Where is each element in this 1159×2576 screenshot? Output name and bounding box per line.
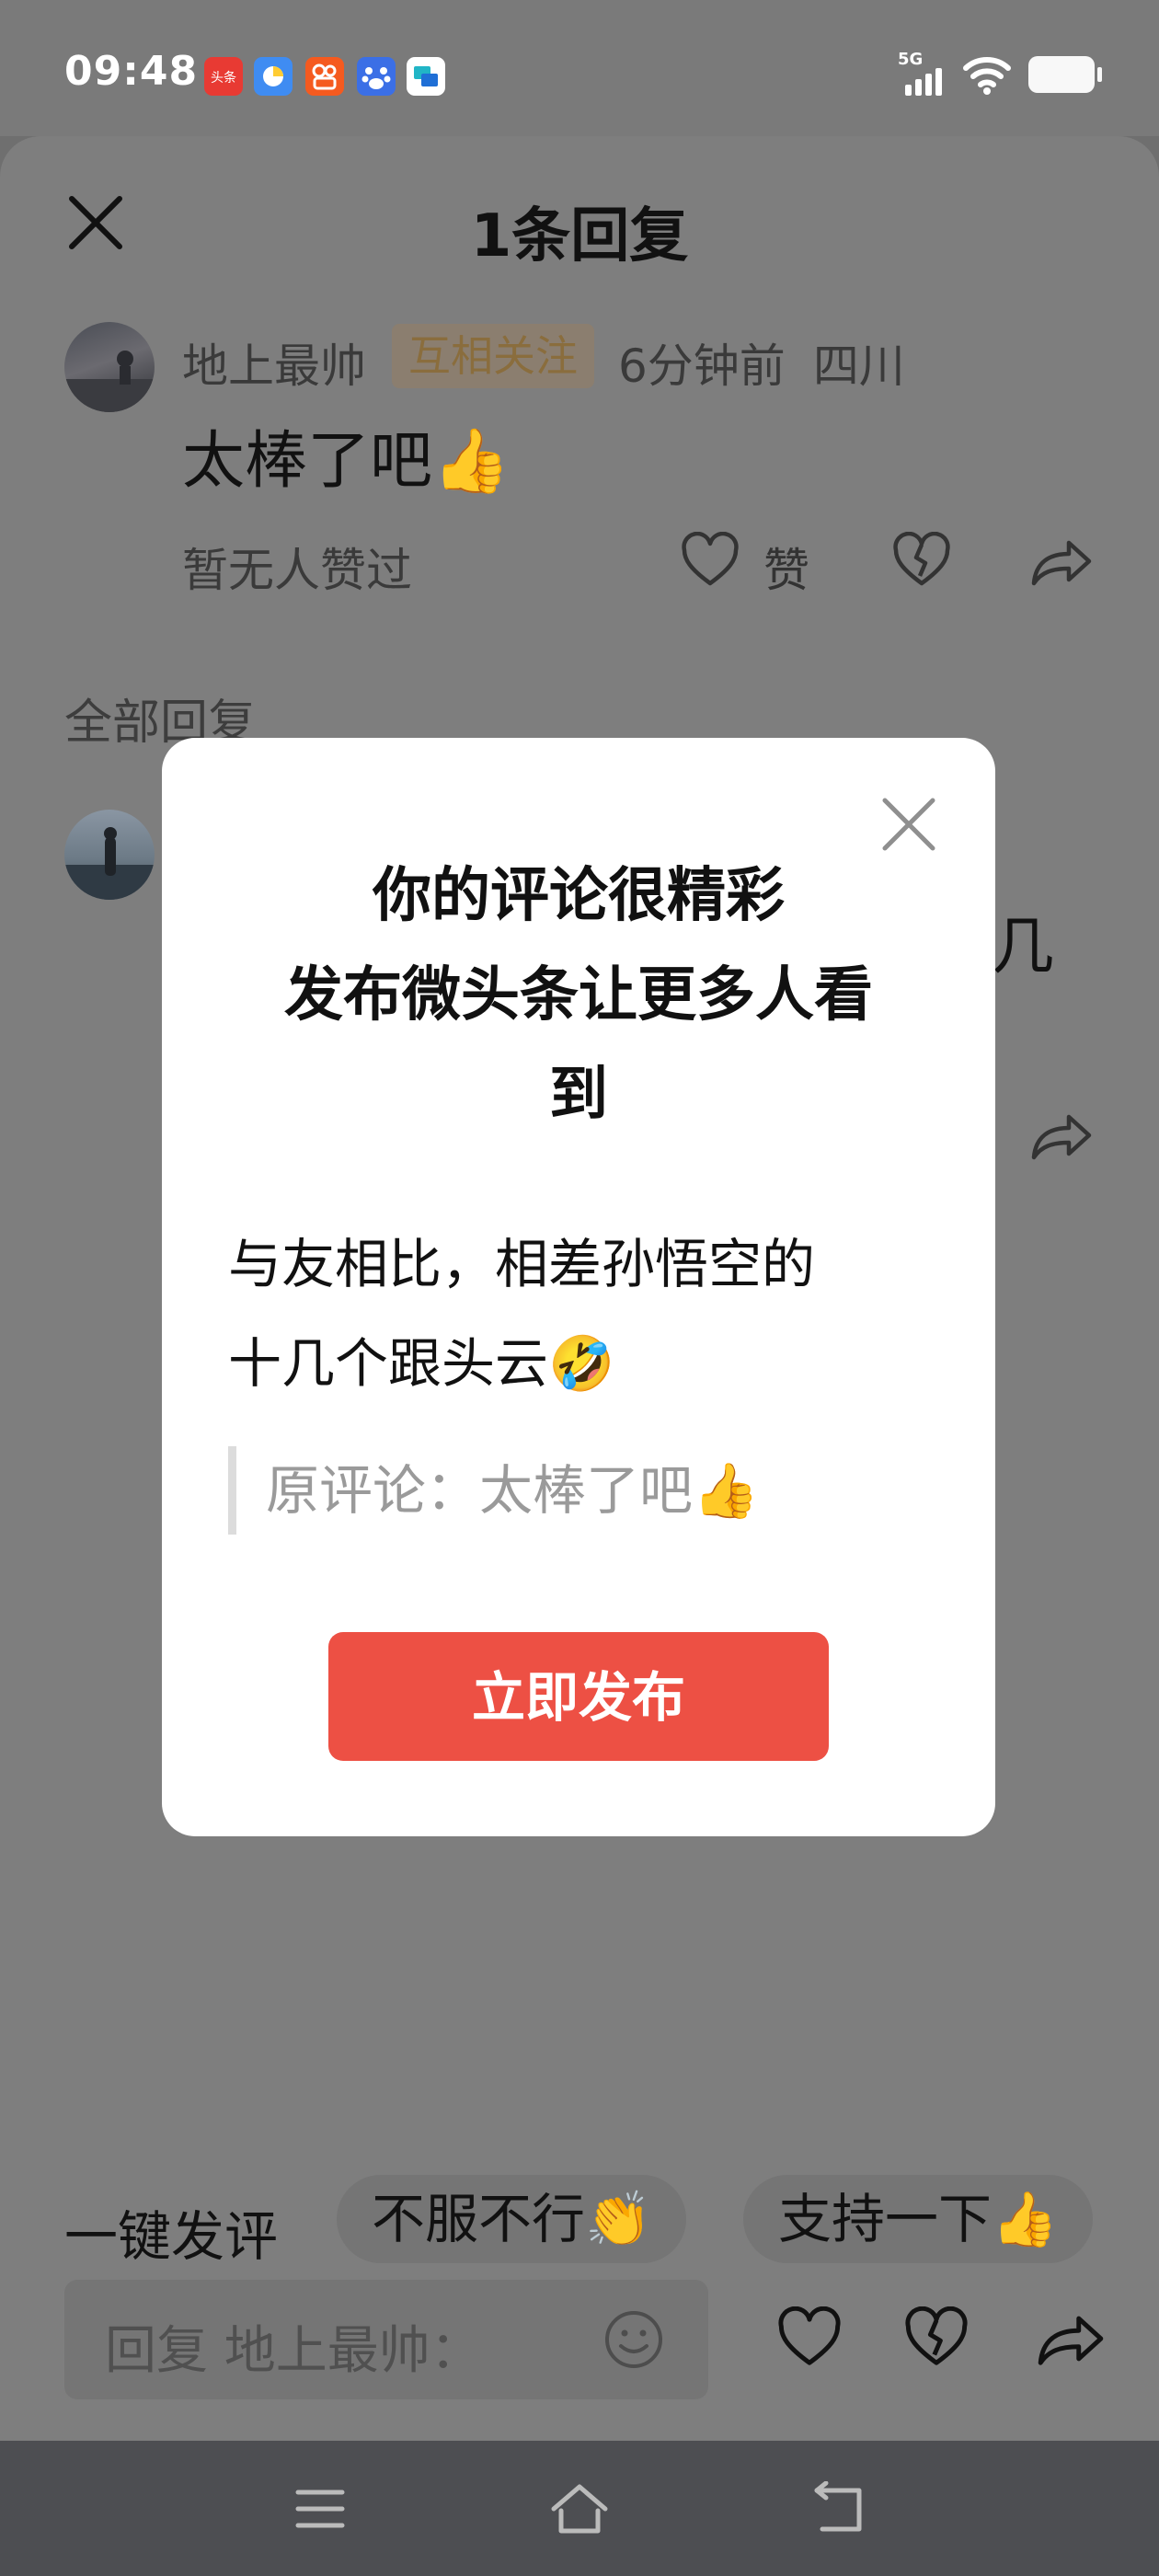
wifi-icon bbox=[963, 57, 1011, 95]
publish-prompt-dialog: 你的评论很精彩 发布微头条让更多人看 到 与友相比，相差孙悟空的 十几个跟头云🤣… bbox=[162, 738, 995, 1836]
system-nav-bar bbox=[0, 2441, 1159, 2576]
avatar[interactable] bbox=[64, 810, 155, 900]
quick-comment-label: 一键发评 bbox=[64, 2205, 279, 2268]
share-icon[interactable] bbox=[1034, 2306, 1107, 2371]
back-icon[interactable] bbox=[811, 2481, 865, 2536]
reply-input[interactable]: 回复 地上最帅： bbox=[64, 2280, 708, 2399]
dialog-message: 与友相比，相差孙悟空的 十几个跟头云🤣 bbox=[228, 1233, 816, 1395]
original-comment-quote: 原评论：太棒了吧👍 bbox=[228, 1446, 759, 1535]
mutual-follow-badge: 互相关注 bbox=[392, 324, 594, 388]
emoji-icon[interactable] bbox=[603, 2309, 664, 2370]
dialog-close-icon[interactable] bbox=[879, 795, 938, 854]
quick-reply-chip[interactable]: 不服不行👏 bbox=[337, 2175, 687, 2263]
dislike-icon[interactable] bbox=[901, 2306, 971, 2371]
status-time: 09:48 bbox=[64, 48, 199, 95]
reply-text-partial: 几 bbox=[992, 911, 1055, 983]
share-icon[interactable] bbox=[1028, 1106, 1095, 1165]
comment-username[interactable]: 地上最帅 bbox=[182, 329, 366, 396]
comment-meta: 6分钟前 四川 bbox=[618, 329, 905, 396]
publish-now-button[interactable]: 立即发布 bbox=[328, 1632, 829, 1761]
quick-reply-chip[interactable]: 支持一下👍 bbox=[743, 2175, 1094, 2263]
dialog-title: 你的评论很精彩 发布微头条让更多人看 到 bbox=[284, 862, 873, 1129]
battery-icon bbox=[1028, 56, 1102, 93]
like-icon[interactable] bbox=[775, 2306, 844, 2371]
status-bar: 09:48 头条 5G bbox=[0, 0, 1159, 136]
menu-icon[interactable] bbox=[294, 2485, 346, 2533]
home-icon[interactable] bbox=[548, 2481, 611, 2536]
kuaishou-app-icon bbox=[305, 57, 344, 96]
likes-status: 暂无人赞过 bbox=[182, 544, 412, 597]
feishu-app-icon bbox=[407, 57, 445, 96]
cellular-signal-icon: 5G bbox=[898, 50, 946, 96]
reply-placeholder: 回复 地上最帅： bbox=[105, 2321, 482, 2381]
avatar[interactable] bbox=[64, 322, 155, 412]
share-icon[interactable] bbox=[1028, 532, 1095, 591]
page-title: 1条回复 bbox=[470, 202, 689, 270]
baidu-app-icon bbox=[357, 57, 396, 96]
browser-app-icon bbox=[254, 57, 293, 96]
dislike-icon[interactable] bbox=[892, 532, 951, 591]
comment-text: 太棒了吧👍 bbox=[182, 425, 511, 498]
comment-time: 6分钟前 bbox=[618, 339, 786, 393]
svg-text:头条: 头条 bbox=[211, 70, 236, 86]
like-label[interactable]: 赞 bbox=[763, 534, 809, 600]
like-icon[interactable] bbox=[681, 532, 740, 591]
toutiao-app-icon: 头条 bbox=[204, 57, 243, 96]
comment-location: 四川 bbox=[812, 339, 905, 393]
